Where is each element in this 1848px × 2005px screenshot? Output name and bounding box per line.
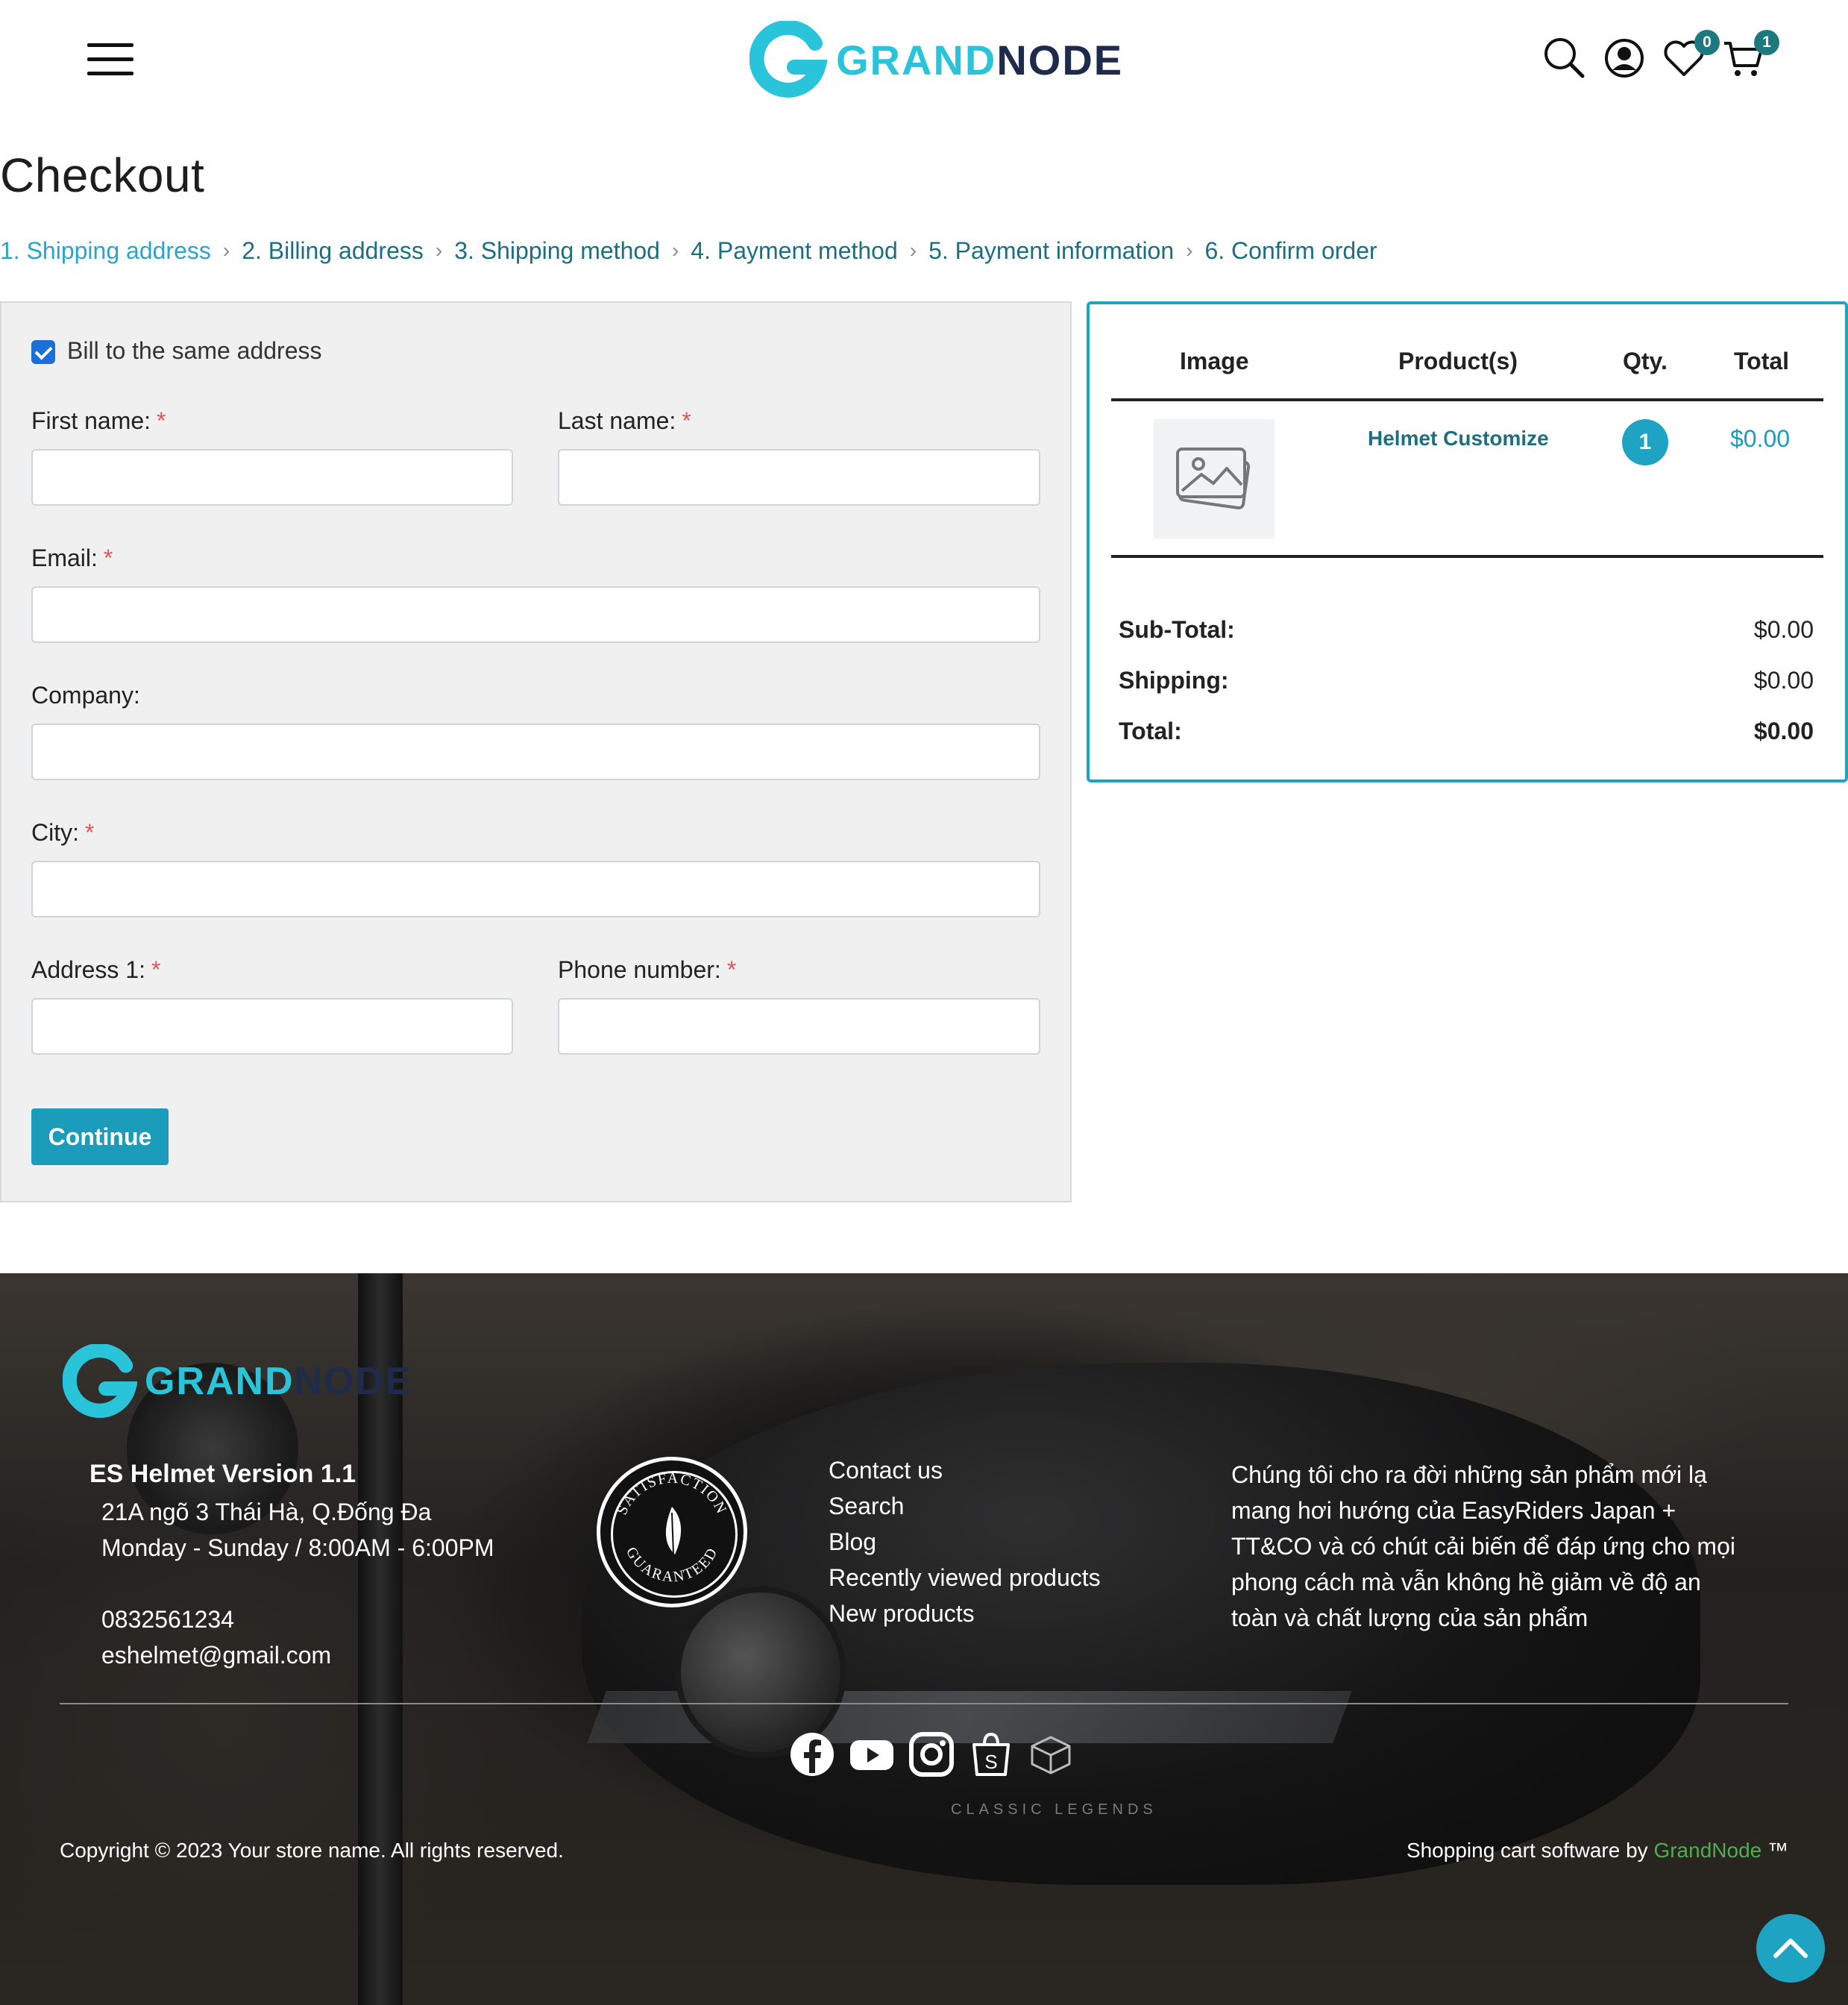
- store-address: 21A ngõ 3 Thái Hà, Q.Đống Đa: [101, 1499, 432, 1525]
- satisfaction-guaranteed-seal: SATISFACTION GUARANTEED: [597, 1457, 747, 1607]
- grandnode-logo-icon: [63, 1344, 137, 1418]
- required-mark: *: [151, 956, 161, 983]
- product-total: $0.00: [1730, 425, 1791, 452]
- footer-description: Chúng tôi cho ra đời những sản phẩm mới …: [1231, 1461, 1735, 1631]
- page-title: Checkout: [0, 148, 205, 202]
- logo-text: GRANDNODE: [836, 36, 1124, 84]
- city-input[interactable]: [31, 861, 1040, 917]
- subtotal-value: $0.00: [1753, 616, 1814, 643]
- site-logo[interactable]: GRANDNODE: [749, 19, 1123, 101]
- product-name-link[interactable]: Helmet Customize: [1368, 427, 1549, 451]
- footer-link-recently-viewed[interactable]: Recently viewed products: [829, 1564, 1101, 1592]
- chevron-right-icon: ›: [435, 239, 443, 262]
- total-value: $0.00: [1753, 718, 1814, 744]
- footer-logo-text: GRANDNODE: [145, 1360, 412, 1403]
- chevron-right-icon: ›: [1186, 239, 1193, 262]
- chevron-right-icon: ›: [671, 239, 679, 262]
- chevron-up-icon: [1773, 1939, 1808, 1958]
- footer-link-blog[interactable]: Blog: [829, 1528, 876, 1556]
- box-icon[interactable]: [1028, 1731, 1074, 1777]
- step-shipping-method[interactable]: 3. Shipping method: [454, 237, 660, 265]
- chevron-right-icon: ›: [222, 239, 230, 262]
- email-label: Email: *: [31, 545, 113, 571]
- qty-badge: 1: [1622, 419, 1668, 465]
- col-header-qty: Qty.: [1623, 348, 1668, 374]
- copyright-text: Copyright © 2023 Your store name. All ri…: [60, 1839, 564, 1862]
- account-icon[interactable]: [1602, 36, 1647, 81]
- col-header-product: Product(s): [1398, 348, 1518, 374]
- required-mark: *: [157, 407, 166, 434]
- wishlist-count-badge: 0: [1694, 30, 1720, 55]
- youtube-icon[interactable]: [849, 1731, 895, 1777]
- col-header-image: Image: [1180, 348, 1249, 374]
- footer-logo[interactable]: GRANDNODE: [63, 1344, 412, 1419]
- col-header-total: Total: [1734, 348, 1790, 374]
- image-placeholder-icon: [1176, 448, 1251, 509]
- store-email: eshelmet@gmail.com: [101, 1642, 332, 1669]
- shopee-icon[interactable]: S: [968, 1731, 1014, 1777]
- grandnode-link[interactable]: GrandNode: [1653, 1839, 1761, 1862]
- site-footer: CLASSIC LEGENDS GRANDNODE ES Helmet Vers…: [0, 1273, 1848, 2005]
- instagram-icon[interactable]: [908, 1731, 955, 1777]
- table-body-divider: [1111, 555, 1823, 558]
- search-icon[interactable]: [1542, 36, 1587, 81]
- required-mark: *: [103, 545, 113, 571]
- footer-link-search[interactable]: Search: [829, 1493, 904, 1520]
- bill-same-address-label: Bill to the same address: [67, 337, 322, 364]
- back-to-top-button[interactable]: [1756, 1914, 1825, 1983]
- powered-by: Shopping cart software by GrandNode ™: [1406, 1839, 1788, 1862]
- svg-text:S: S: [984, 1751, 997, 1773]
- subtotal-label: Sub-Total:: [1119, 616, 1235, 643]
- step-billing-address[interactable]: 2. Billing address: [242, 237, 424, 265]
- shipping-value: $0.00: [1753, 667, 1814, 694]
- checkout-steps: 1. Shipping address › 2. Billing address…: [0, 236, 1377, 266]
- step-payment-method[interactable]: 4. Payment method: [691, 237, 897, 265]
- continue-button[interactable]: Continue: [31, 1108, 169, 1165]
- address1-input[interactable]: [31, 998, 513, 1055]
- footer-link-new-products[interactable]: New products: [829, 1600, 975, 1628]
- seal-graphic: SATISFACTION GUARANTEED: [614, 1470, 729, 1586]
- product-image-placeholder[interactable]: [1154, 419, 1275, 539]
- chevron-right-icon: ›: [909, 239, 917, 262]
- email-input[interactable]: [31, 586, 1040, 643]
- facebook-icon[interactable]: [789, 1731, 835, 1777]
- store-hours: Monday - Sunday / 8:00AM - 6:00PM: [101, 1534, 494, 1561]
- step-shipping-address[interactable]: 1. Shipping address: [0, 237, 211, 265]
- required-mark: *: [726, 956, 737, 983]
- step-payment-information[interactable]: 5. Payment information: [928, 237, 1174, 265]
- footer-divider: [60, 1703, 1788, 1704]
- company-label: Company:: [31, 682, 140, 709]
- city-label: City: *: [31, 819, 95, 846]
- site-header: GRANDNODE 0 1: [0, 0, 1848, 119]
- step-confirm-order[interactable]: 6. Confirm order: [1204, 237, 1377, 265]
- store-name: ES Helmet Version 1.1: [89, 1460, 356, 1488]
- menu-icon[interactable]: [87, 43, 133, 76]
- total-label: Total:: [1119, 718, 1182, 744]
- bill-same-address-checkbox[interactable]: [31, 340, 55, 364]
- last-name-label: Last name: *: [558, 407, 691, 434]
- shipping-label: Shipping:: [1119, 667, 1229, 694]
- company-input[interactable]: [31, 724, 1040, 780]
- grandnode-logo-icon: [749, 21, 827, 98]
- cart-count-badge: 1: [1754, 30, 1779, 55]
- first-name-input[interactable]: [31, 449, 513, 506]
- store-phone: 0832561234: [101, 1606, 234, 1633]
- background-text: CLASSIC LEGENDS: [951, 1801, 1157, 1818]
- phone-input[interactable]: [558, 998, 1040, 1055]
- footer-link-contact-us[interactable]: Contact us: [829, 1457, 943, 1484]
- last-name-input[interactable]: [558, 449, 1040, 506]
- address1-label: Address 1: *: [31, 956, 161, 983]
- phone-label: Phone number: *: [558, 956, 737, 983]
- required-mark: *: [682, 407, 691, 434]
- required-mark: *: [85, 819, 95, 846]
- first-name-label: First name: *: [31, 407, 166, 434]
- table-header-divider: [1111, 398, 1823, 401]
